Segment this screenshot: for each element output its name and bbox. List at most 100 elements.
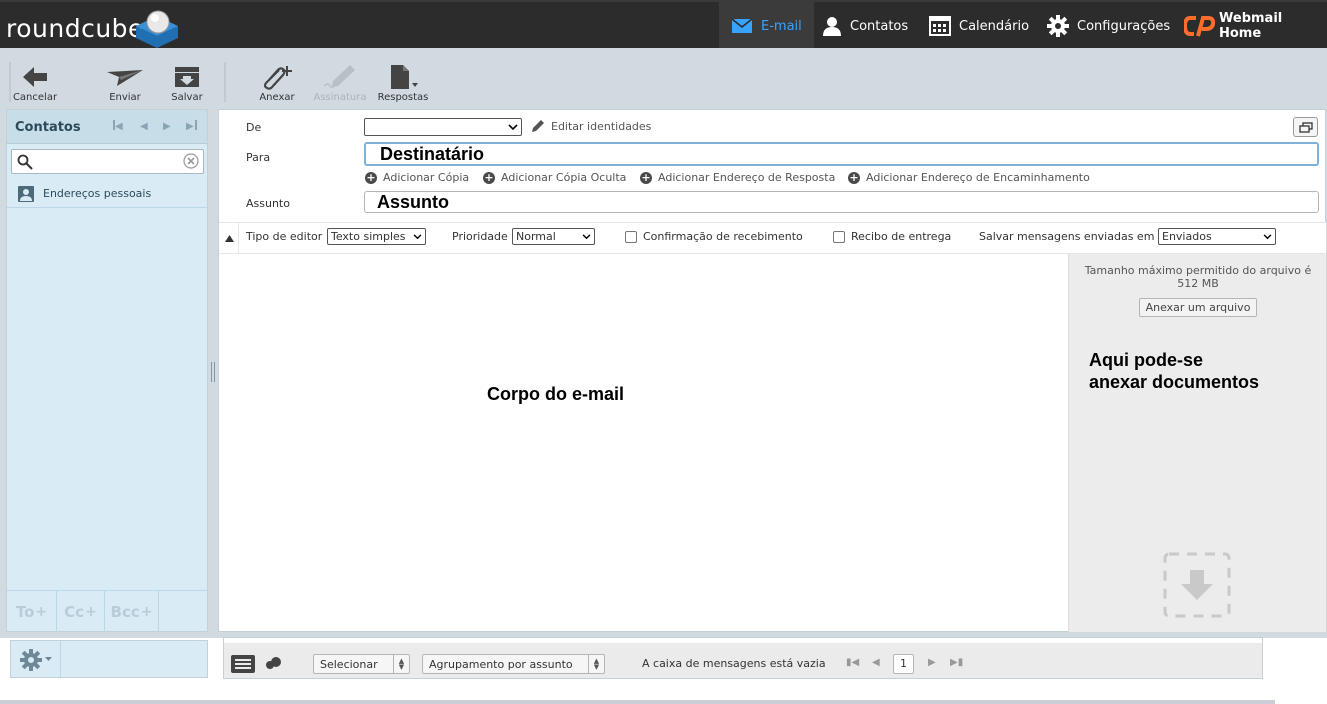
pencil-icon bbox=[532, 120, 544, 132]
last-page-icon[interactable]: ▶ bbox=[186, 121, 194, 132]
list-options-icon[interactable] bbox=[231, 655, 255, 673]
caret-down-icon bbox=[44, 657, 52, 661]
nav-email[interactable]: E-mail bbox=[719, 2, 814, 50]
contacts-search[interactable] bbox=[11, 149, 204, 174]
clear-search-icon[interactable] bbox=[183, 153, 199, 169]
subject-input[interactable]: Assunto bbox=[364, 191, 1319, 213]
subject-input-value: Assunto bbox=[377, 192, 449, 212]
read-receipt-checkbox[interactable] bbox=[625, 231, 637, 243]
paperclip-plus-icon bbox=[263, 66, 292, 90]
roundcube-logo-icon bbox=[136, 10, 178, 48]
message-body-textarea[interactable] bbox=[219, 255, 1068, 631]
send-label: Enviar bbox=[109, 92, 141, 103]
address-book-icon bbox=[18, 185, 34, 202]
nav-settings-label: Configurações bbox=[1077, 18, 1171, 34]
edit-identities-link[interactable]: Editar identidades bbox=[531, 119, 651, 133]
cancel-button[interactable]: Cancelar bbox=[5, 62, 65, 103]
save-button[interactable]: Salvar bbox=[157, 62, 217, 103]
body-annotation: Corpo do e-mail bbox=[487, 384, 625, 404]
prev-page-button[interactable]: ◀ bbox=[872, 657, 880, 668]
recipient-buttons: To + Cc + Bcc + bbox=[7, 590, 207, 632]
page-number-input[interactable]: 1 bbox=[893, 654, 914, 674]
subject-label: Assunto bbox=[246, 197, 290, 210]
contacts-header: Contatos ◀ ◀ ▶ ▶ bbox=[7, 110, 207, 144]
chevron-down-icon bbox=[1263, 234, 1272, 240]
add-cc-button[interactable]: Cc + bbox=[57, 591, 105, 632]
message-list-bar: Selecionar ▲ ▼ Agrupamento por assunto ▲ ▼… bbox=[223, 637, 1263, 679]
first-page-button[interactable]: ▮◀ bbox=[846, 657, 859, 668]
arrow-left-icon bbox=[23, 67, 47, 87]
editor-type-select[interactable]: Texto simples bbox=[327, 228, 426, 245]
window-restore-icon bbox=[1299, 122, 1313, 133]
panel-splitter[interactable] bbox=[211, 362, 215, 382]
add-bcc-link[interactable]: + Adicionar Cópia Oculta bbox=[483, 171, 626, 184]
delivery-receipt-checkbox[interactable] bbox=[833, 231, 845, 243]
first-page-icon[interactable]: ◀ bbox=[115, 121, 125, 132]
plus-circle-icon: + bbox=[483, 170, 495, 184]
attach-annotation: Aqui pode-se anexar documentos bbox=[1089, 350, 1260, 392]
select-dropdown[interactable]: Selecionar ▲ ▼ bbox=[313, 654, 410, 674]
next-page-button[interactable]: ▶ bbox=[928, 657, 936, 668]
paper-plane-icon bbox=[107, 70, 143, 86]
to-label: Para bbox=[246, 151, 271, 164]
to-input[interactable]: Destinatário bbox=[364, 142, 1319, 166]
add-bcc-button[interactable]: Bcc + bbox=[105, 591, 159, 632]
drop-download-icon[interactable] bbox=[1163, 552, 1231, 618]
save-sent-select[interactable]: Enviados bbox=[1158, 228, 1276, 245]
read-receipt-option[interactable]: Confirmação de recebimento bbox=[625, 230, 803, 243]
address-book-item[interactable]: Endereços pessoais bbox=[7, 180, 207, 208]
message-list-top bbox=[224, 638, 1262, 643]
delivery-receipt-option[interactable]: Recibo de entrega bbox=[833, 230, 951, 243]
responses-label: Respostas bbox=[377, 92, 429, 103]
updown-arrow-icon: ▲ ▼ bbox=[588, 655, 604, 673]
folder-options-bar bbox=[10, 640, 208, 678]
plus-circle-icon: + bbox=[848, 170, 860, 184]
last-page-button[interactable]: ▶▮ bbox=[950, 657, 963, 668]
add-reply-to-link[interactable]: + Adicionar Endereço de Resposta bbox=[640, 171, 835, 184]
responses-button[interactable]: Respostas bbox=[373, 62, 433, 103]
plus-circle-icon: + bbox=[365, 170, 377, 184]
nav-settings[interactable]: Configurações bbox=[1037, 2, 1180, 50]
from-label: De bbox=[246, 121, 262, 134]
person-icon bbox=[822, 16, 842, 36]
add-followup-to-link[interactable]: + Adicionar Endereço de Encaminhamento bbox=[848, 171, 1090, 184]
calendar-icon bbox=[929, 16, 951, 36]
maximize-editor-button[interactable] bbox=[1293, 117, 1318, 137]
priority-select[interactable]: Normal bbox=[512, 228, 595, 245]
edit-identities-label: Editar identidades bbox=[551, 119, 652, 133]
nav-contacts[interactable]: Contatos bbox=[812, 2, 918, 50]
toolbar-separator bbox=[224, 62, 226, 102]
address-book-label: Endereços pessoais bbox=[43, 187, 152, 200]
add-to-button[interactable]: To + bbox=[7, 591, 57, 632]
signature-button[interactable]: Assinatura bbox=[310, 62, 370, 103]
prev-page-icon[interactable]: ◀ bbox=[140, 121, 148, 132]
folder-settings-button[interactable] bbox=[11, 641, 61, 678]
document-dropdown-icon bbox=[391, 65, 418, 89]
nav-calendar-label: Calendário bbox=[959, 18, 1030, 34]
next-page-icon[interactable]: ▶ bbox=[163, 121, 171, 132]
collapse-options-toggle[interactable] bbox=[219, 222, 239, 254]
nav-contacts-label: Contatos bbox=[850, 18, 909, 34]
save-label: Salvar bbox=[171, 92, 203, 103]
gear-icon bbox=[1047, 15, 1069, 37]
attach-button[interactable]: Anexar bbox=[247, 62, 307, 103]
priority-label: Prioridade bbox=[452, 230, 508, 243]
envelope-icon bbox=[731, 18, 753, 34]
first-page-bar bbox=[113, 120, 115, 130]
attach-file-button[interactable]: Anexar um arquivo bbox=[1139, 298, 1257, 317]
save-sent-label: Salvar mensagens enviadas em bbox=[979, 230, 1155, 243]
threading-dropdown[interactable]: Agrupamento por assunto ▲ ▼ bbox=[422, 654, 605, 674]
from-select[interactable] bbox=[364, 118, 522, 136]
thread-toggle-icon[interactable] bbox=[266, 657, 282, 669]
save-box-icon bbox=[175, 67, 199, 87]
to-input-value: Destinatário bbox=[380, 144, 485, 164]
add-cc-link[interactable]: + Adicionar Cópia bbox=[365, 171, 469, 184]
updown-arrow-icon: ▲ ▼ bbox=[393, 655, 409, 673]
nav-calendar[interactable]: Calendário bbox=[919, 2, 1039, 50]
signature-pen-icon bbox=[323, 65, 355, 89]
editor-type-label: Tipo de editor bbox=[246, 230, 323, 243]
plus-circle-icon: + bbox=[640, 170, 652, 184]
send-button[interactable]: Enviar bbox=[95, 62, 155, 103]
signature-label: Assinatura bbox=[313, 92, 367, 103]
nav-webmail-home[interactable]: Webmail Home bbox=[1174, 2, 1327, 50]
